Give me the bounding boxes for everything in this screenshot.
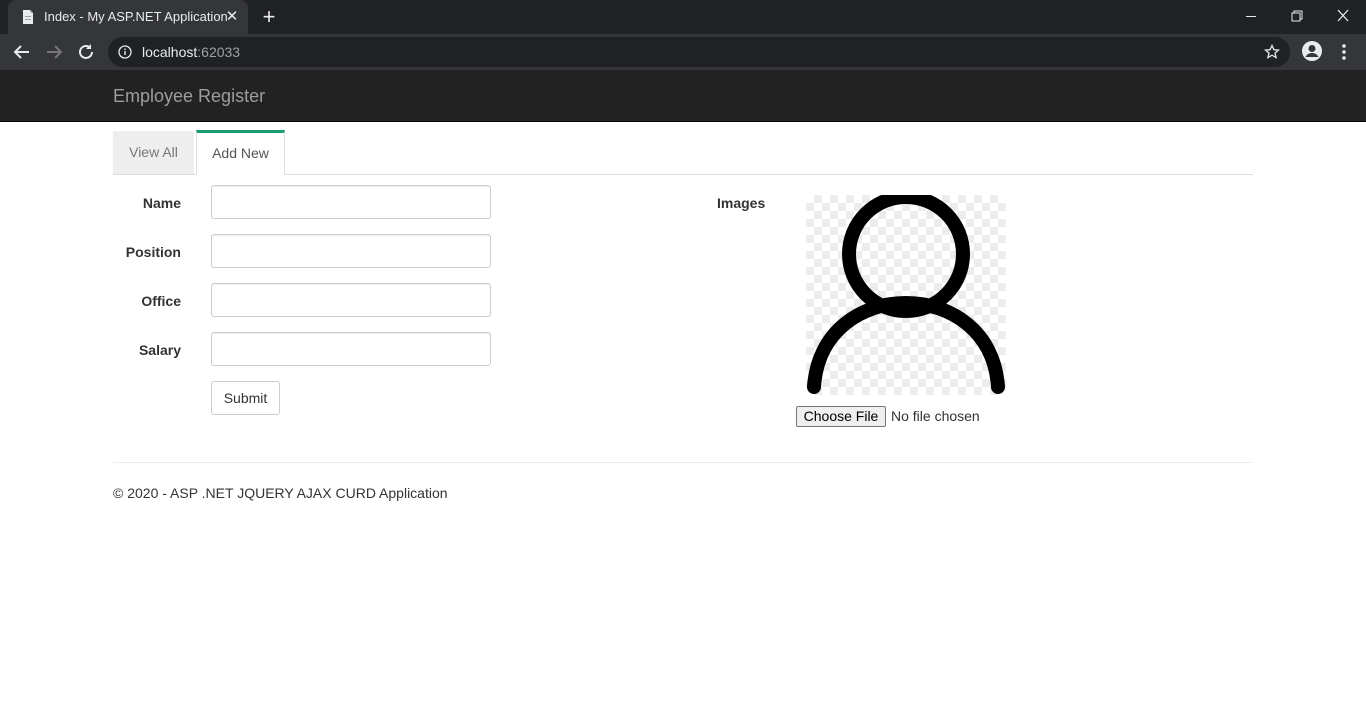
tab-title: Index - My ASP.NET Application [44, 9, 228, 24]
url-text: localhost:62033 [142, 44, 241, 60]
kebab-menu-icon[interactable] [1338, 42, 1350, 62]
choose-file-button[interactable]: Choose File [796, 406, 886, 427]
close-tab-icon[interactable]: ✕ [224, 8, 240, 26]
page-icon [23, 10, 33, 24]
profile-icon[interactable] [1301, 40, 1323, 62]
tab-add-new[interactable]: Add New [196, 130, 285, 175]
close-window-icon[interactable] [1331, 5, 1355, 27]
name-label: Name [142, 195, 181, 211]
info-icon[interactable] [118, 45, 132, 59]
salary-label: Salary [138, 342, 181, 358]
name-input[interactable] [211, 185, 491, 219]
submit-button[interactable]: Submit [211, 381, 280, 415]
minimize-icon[interactable] [1239, 5, 1263, 27]
back-icon[interactable] [10, 40, 34, 64]
browser-toolbar: localhost:62033 [0, 34, 1366, 70]
salary-input[interactable] [211, 332, 491, 366]
brand-link[interactable]: Employee Register [113, 86, 265, 107]
reload-icon[interactable] [74, 40, 98, 64]
office-label: Office [141, 293, 181, 309]
position-label: Position [125, 244, 181, 260]
browser-titlebar: Index - My ASP.NET Application ✕ + [0, 0, 1366, 34]
images-label: Images [717, 195, 766, 211]
tab-bar: View All Add New [113, 130, 1253, 175]
office-input[interactable] [211, 283, 491, 317]
user-placeholder-icon [807, 190, 1005, 394]
forward-icon[interactable] [42, 40, 66, 64]
bookmark-star-icon[interactable] [1264, 44, 1280, 60]
address-bar[interactable]: localhost:62033 [108, 37, 1290, 67]
new-tab-icon[interactable]: + [259, 6, 279, 28]
avatar-preview [806, 190, 1006, 395]
footer-divider [113, 462, 1253, 463]
restore-icon[interactable] [1285, 5, 1309, 27]
app-navbar: Employee Register [0, 70, 1366, 122]
footer-text: © 2020 - ASP .NET JQUERY AJAX CURD Appli… [113, 485, 448, 501]
tab-view-all[interactable]: View All [113, 131, 194, 174]
browser-tab[interactable]: Index - My ASP.NET Application ✕ [8, 0, 248, 34]
position-input[interactable] [211, 234, 491, 268]
file-status-text: No file chosen [891, 408, 980, 424]
